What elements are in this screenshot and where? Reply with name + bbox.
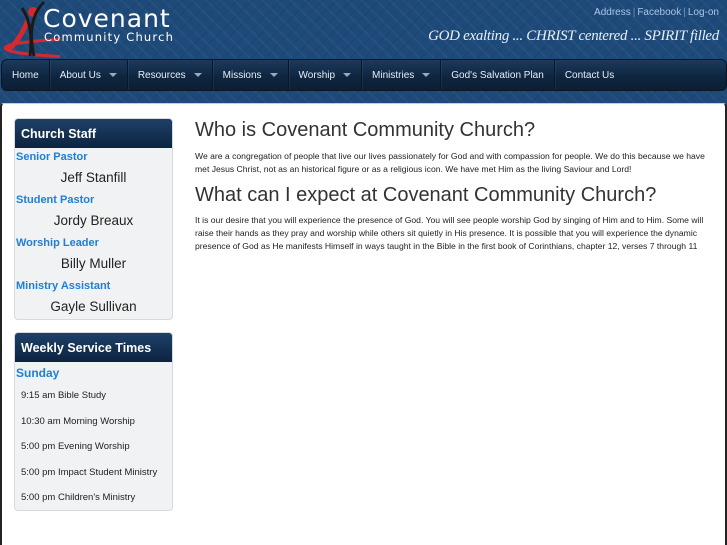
caret-down-icon <box>422 73 431 77</box>
caret-down-icon <box>269 73 278 77</box>
service-times-widget: Weekly Service Times Sunday 9:15 am Bibl… <box>14 332 173 511</box>
heading-who-is: Who is Covenant Community Church? <box>195 119 536 141</box>
caret-down-icon <box>193 73 202 77</box>
staff-name: Jordy Breaux <box>53 213 134 228</box>
widget-title: Church Staff <box>15 119 172 148</box>
nav-label: Missions <box>222 69 262 81</box>
main-nav: Home About Us Resources Missions Worship… <box>1 59 727 91</box>
nav-home[interactable]: Home <box>2 60 50 90</box>
logo-subtitle: Community Church <box>44 30 175 44</box>
nav-label: Worship <box>298 69 336 81</box>
service-item: 5:00 pm Children's Ministry <box>21 492 136 504</box>
service-item: 5:00 pm Impact Student Ministry <box>21 466 158 478</box>
address-link[interactable]: Address <box>594 7 631 18</box>
nav-resources[interactable]: Resources <box>128 60 213 90</box>
church-staff-widget: Church Staff Senior Pastor Jeff Stanfill… <box>14 118 173 320</box>
page-content: Church Staff Senior Pastor Jeff Stanfill… <box>0 103 727 545</box>
log-on-link[interactable]: Log-on <box>688 7 719 18</box>
nav-label: Home <box>12 69 39 81</box>
nav-gods-salvation-plan[interactable]: God's Salvation Plan <box>441 60 555 90</box>
separator: | <box>683 7 686 18</box>
caret-down-icon <box>343 73 352 77</box>
staff-role: Ministry Assistant <box>16 280 111 292</box>
caret-down-icon <box>108 73 117 77</box>
tagline: GOD exalting ... CHRIST centered ... SPI… <box>428 28 719 44</box>
nav-about-us[interactable]: About Us <box>50 60 128 90</box>
site-header: Covenant Community Church Address | Facebo… <box>0 0 727 58</box>
staff-role: Student Pastor <box>16 194 95 206</box>
logo-title: Covenant <box>43 4 171 33</box>
service-item: 10:30 am Morning Worship <box>21 415 135 427</box>
separator: | <box>632 7 636 18</box>
nav-label: God's Salvation Plan <box>451 69 544 81</box>
nav-label: Ministries <box>372 69 415 81</box>
nav-ministries[interactable]: Ministries <box>362 60 442 90</box>
main-article: Who is Covenant Community Church? We are… <box>195 118 715 253</box>
church-logo[interactable]: Covenant Community Church <box>0 0 220 58</box>
facebook-link[interactable]: Facebook <box>637 7 681 18</box>
paragraph-what-to-expect: It is our desire that you will experienc… <box>195 214 704 252</box>
service-item: 9:15 am Bible Study <box>21 390 107 401</box>
nav-contact-us[interactable]: Contact Us <box>555 60 624 90</box>
service-item: 5:00 pm Evening Worship <box>21 441 130 453</box>
staff-name: Jeff Stanfill <box>60 170 127 185</box>
widget-title: Weekly Service Times <box>15 333 172 362</box>
heading-what-to-expect: What can I expect at Covenant Community … <box>195 183 657 206</box>
staff-name: Gayle Sullivan <box>50 299 137 314</box>
staff-role: Senior Pastor <box>16 151 88 163</box>
nav-missions[interactable]: Missions <box>213 60 289 90</box>
top-links: Address | Facebook | Log-on <box>594 7 719 18</box>
nav-label: Contact Us <box>564 69 615 81</box>
paragraph-who-is: We are a congregation of people that liv… <box>195 151 705 175</box>
staff-role: Worship Leader <box>16 237 99 249</box>
service-day: Sunday <box>16 366 60 380</box>
nav-label: About Us <box>59 69 101 81</box>
staff-name: Billy Muller <box>60 256 127 271</box>
nav-worship[interactable]: Worship <box>289 60 363 90</box>
nav-label: Resources <box>137 69 186 81</box>
